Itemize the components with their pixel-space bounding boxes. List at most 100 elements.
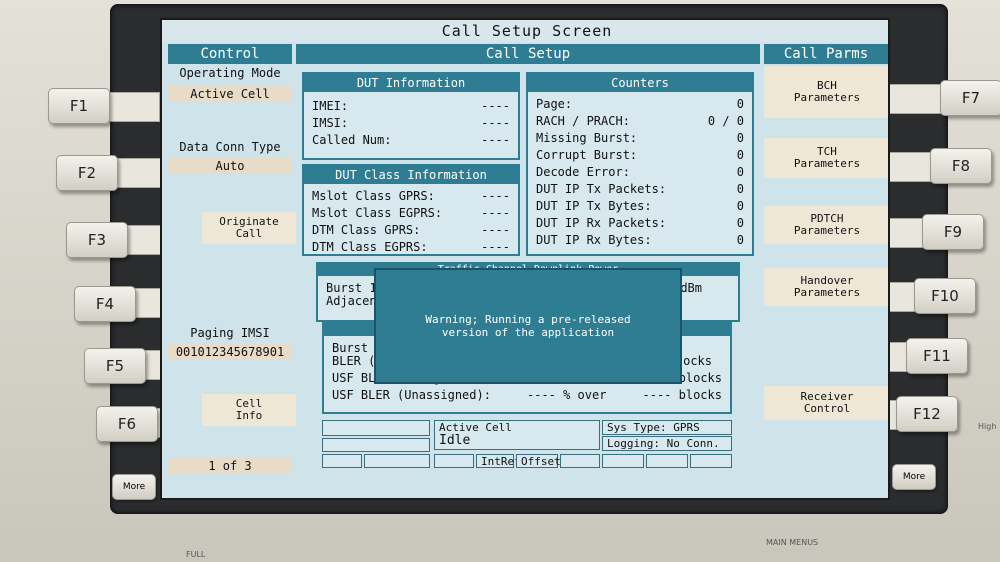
dut-class-panel: DUT Class Information Mslot Class GPRS: -… (302, 164, 520, 256)
counters-panel: Counters Page: 0 RACH / PRACH: 0 / 0 Missing… (526, 72, 754, 256)
dut-information-title: DUT Information (304, 74, 518, 92)
counter-row: Page: 0 (528, 96, 752, 113)
page-indicator: 1 of 3 (168, 458, 292, 474)
counter-label: RACH / PRACH: (536, 114, 630, 128)
warning-line-1: Warning; Running a pre-released (425, 313, 631, 326)
dut-info-value: ---- (481, 99, 510, 113)
counter-value: 0 (736, 131, 744, 145)
originate-call-button[interactable]: Originate Call (202, 212, 296, 244)
status-blank-1 (322, 420, 430, 436)
f6-key[interactable]: F6 (96, 406, 158, 442)
status-blank-7 (602, 454, 644, 468)
f12-key[interactable]: F12 (896, 396, 958, 432)
dut-info-label: IMEI: (312, 99, 349, 113)
dut-class-value: ---- (481, 240, 510, 254)
counter-value: 0 (736, 216, 744, 230)
dut-class-label: Mslot Class GPRS: (312, 189, 435, 203)
call-setup-header: Call Setup (296, 44, 760, 64)
warning-line-2: version of the application (441, 326, 615, 339)
cell-info-button[interactable]: Cell Info (202, 394, 296, 426)
counter-row: DUT IP Rx Packets: 0 (528, 215, 752, 232)
control-header: Control (168, 44, 292, 64)
counter-row: RACH / PRACH: 0 / 0 (528, 113, 752, 130)
main-menus-label: MAIN MENUS (766, 538, 819, 547)
counter-label: DUT IP Rx Packets: (536, 216, 667, 230)
f3-key[interactable]: F3 (66, 222, 128, 258)
counter-value: 0 (736, 199, 744, 213)
dut-class-row: Mslot Class GPRS: ---- (304, 188, 518, 205)
screen-title: Call Setup Screen (162, 20, 888, 42)
counter-label: DUT IP Tx Packets: (536, 182, 667, 196)
data-conn-value: Auto (168, 158, 292, 174)
sys-type-status: Sys Type: GPRS (602, 420, 732, 435)
full-label: FULL (186, 550, 206, 559)
dut-information-rows: IMEI: ---- IMSI: ---- Called Num: ---- (304, 92, 518, 149)
paging-imsi-value: 001012345678901 (168, 344, 292, 360)
burst-label: Burst 1 (326, 281, 377, 295)
dbm-unit: dBm (680, 281, 702, 295)
counter-row: Corrupt Burst: 0 (528, 147, 752, 164)
status-blank-6 (560, 454, 600, 468)
counter-value: 0 / 0 (707, 114, 744, 128)
dut-class-label: DTM Class GPRS: (312, 223, 421, 237)
operating-mode-value: Active Cell (168, 86, 292, 102)
f9-key[interactable]: F9 (922, 214, 984, 250)
counter-value: 0 (736, 182, 744, 196)
counter-label: DUT IP Rx Bytes: (536, 233, 652, 247)
f7-stem (888, 84, 942, 114)
status-blank-4 (364, 454, 430, 468)
handover-parameters-button[interactable]: Handover Parameters (764, 268, 888, 306)
status-blank-5 (434, 454, 474, 468)
counter-row: DUT IP Tx Bytes: 0 (528, 198, 752, 215)
f10-key[interactable]: F10 (914, 278, 976, 314)
f7-key[interactable]: F7 (940, 80, 1000, 116)
call-parms-header: Call Parms (764, 44, 888, 64)
f2-stem (112, 158, 166, 188)
intref-status: IntRef (476, 454, 521, 468)
usf-bler-label: USF BLER (Unassigned): (332, 388, 491, 402)
counter-row: DUT IP Rx Bytes: 0 (528, 232, 752, 249)
data-conn-label: Data Conn Type (179, 140, 281, 154)
more-left-button[interactable]: More (112, 474, 156, 500)
paging-imsi-label: Paging IMSI (190, 326, 270, 340)
f1-key[interactable]: F1 (48, 88, 110, 124)
f2-key[interactable]: F2 (56, 155, 118, 191)
pdtch-parameters-button[interactable]: PDTCH Parameters (764, 206, 888, 244)
dut-class-value: ---- (481, 206, 510, 220)
dut-info-row: IMEI: ---- (304, 98, 518, 115)
usf-bler-value: ---- % over (526, 388, 607, 402)
counter-value: 0 (736, 97, 744, 111)
active-cell-status: Active Cell Idle (434, 420, 600, 450)
dut-information-panel: DUT Information IMEI: ---- IMSI: ---- Called… (302, 72, 520, 160)
receiver-control-button[interactable]: Receiver Control (764, 386, 888, 420)
tch-parameters-button[interactable]: TCH Parameters (764, 138, 888, 178)
f11-key[interactable]: F11 (906, 338, 968, 374)
f1-stem (106, 92, 160, 122)
adjacent-label: Adjacen (326, 294, 377, 308)
f4-key[interactable]: F4 (74, 286, 136, 322)
dut-info-label: IMSI: (312, 116, 349, 130)
counter-rows: Page: 0 RACH / PRACH: 0 / 0 Missing Burst: 0 C… (528, 92, 752, 249)
logging-status: Logging: No Conn. (602, 436, 732, 451)
call-parms-column: BCH Parameters TCH Parameters PDTCH Para… (764, 64, 888, 476)
status-blank-8 (646, 454, 688, 468)
usf-bler-row: USF BLER (Unassigned): ---- % over ---- bl… (324, 387, 730, 404)
dut-class-title: DUT Class Information (304, 166, 518, 184)
counter-value: 0 (736, 233, 744, 247)
counter-row: DUT IP Tx Packets: 0 (528, 181, 752, 198)
f8-key[interactable]: F8 (930, 148, 992, 184)
status-blank-3 (322, 454, 362, 468)
counter-value: 0 (736, 165, 744, 179)
instrument-bezel: F1 F2 F3 F4 F5 F6 More F7 F8 F9 F10 F11 … (0, 0, 1000, 562)
more-right-button[interactable]: More (892, 464, 936, 490)
counter-label: Missing Burst: (536, 131, 638, 145)
warning-dialog[interactable]: Warning; Running a pre-released version … (374, 268, 682, 384)
dut-class-label: DTM Class EGPRS: (312, 240, 428, 254)
bch-parameters-button[interactable]: BCH Parameters (764, 66, 888, 118)
status-blank-9 (690, 454, 732, 468)
f5-key[interactable]: F5 (84, 348, 146, 384)
control-column: Operating Mode Active Cell Data Conn Typ… (162, 64, 296, 476)
dut-class-rows: Mslot Class GPRS: ---- Mslot Class EGPRS: -… (304, 184, 518, 256)
dut-info-row: Called Num: ---- (304, 132, 518, 149)
counter-label: Decode Error: (536, 165, 630, 179)
